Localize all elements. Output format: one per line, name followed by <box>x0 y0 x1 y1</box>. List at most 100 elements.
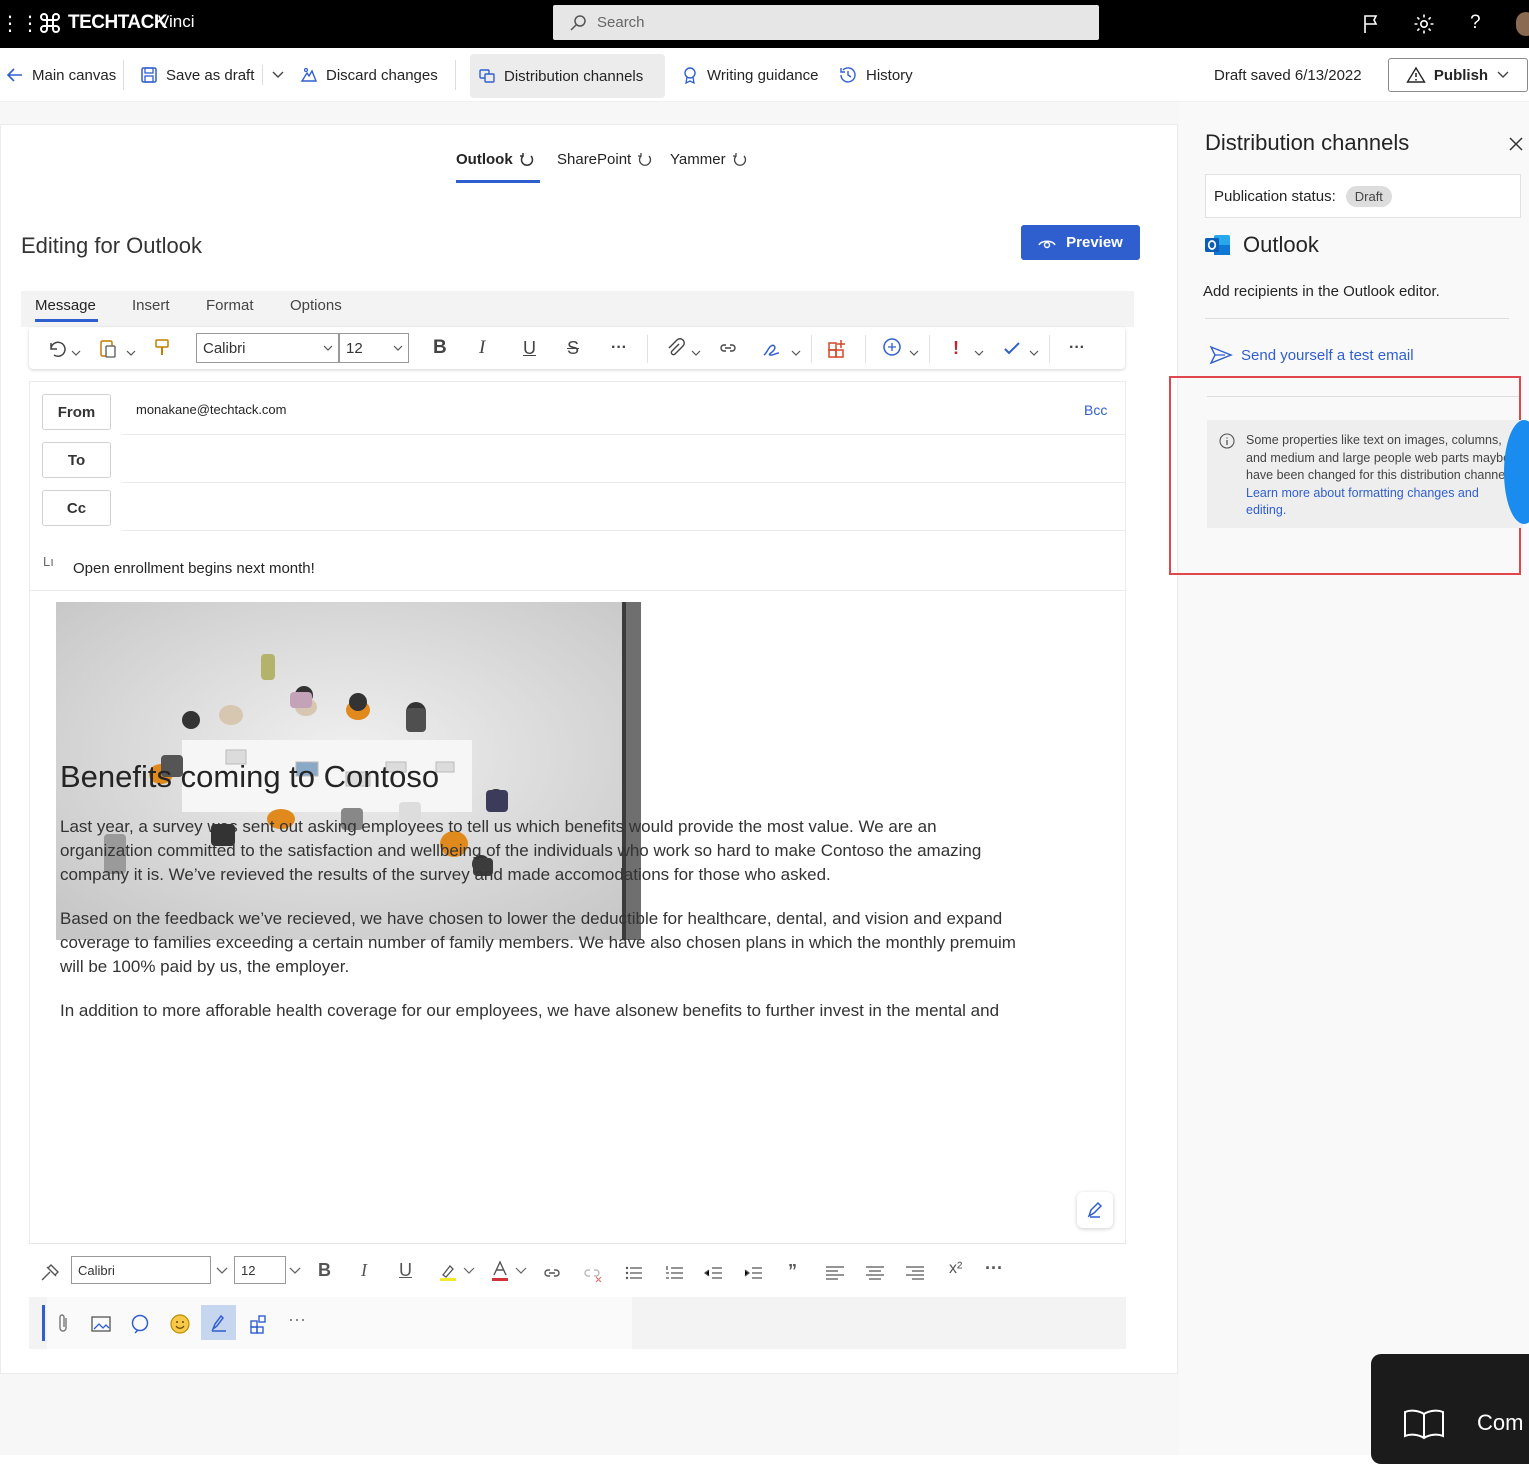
chevron-down-icon[interactable] <box>271 70 285 80</box>
ribbon-tab-message[interactable]: Message <box>35 297 96 314</box>
learn-more-link[interactable]: Learn more about formatting changes and … <box>1246 486 1479 518</box>
remove-link-icon[interactable] <box>581 1262 603 1284</box>
chevron-down-icon[interactable] <box>791 343 801 365</box>
decrease-indent-icon[interactable] <box>702 1262 724 1284</box>
floating-learning-panel[interactable]: Com <box>1371 1354 1529 1464</box>
chevron-down-icon[interactable] <box>909 343 919 365</box>
site-name[interactable]: Vinci <box>158 12 195 32</box>
discard-changes-button[interactable]: Discard changes <box>300 48 438 102</box>
ribbon-tab-options[interactable]: Options <box>290 297 342 314</box>
chevron-down-icon <box>323 345 333 351</box>
chevron-down-icon[interactable] <box>463 1266 475 1276</box>
attach-icon[interactable] <box>664 337 686 359</box>
apps-icon[interactable] <box>827 337 849 359</box>
publish-button[interactable]: Publish <box>1388 58 1528 92</box>
more-formatting-button[interactable]: ··· <box>985 1258 1003 1279</box>
align-left-icon[interactable] <box>824 1262 846 1284</box>
more-formatting-button[interactable]: ··· <box>611 337 627 359</box>
loop-icon[interactable] <box>129 1313 151 1335</box>
chevron-down-icon[interactable] <box>215 1266 229 1276</box>
format-painter-icon[interactable] <box>39 1262 61 1284</box>
brand-logo[interactable]: TECHTACK <box>38 10 168 36</box>
signature-icon[interactable] <box>761 337 783 359</box>
ribbon-tab-insert[interactable]: Insert <box>132 297 170 314</box>
editor-button-active[interactable] <box>201 1305 236 1340</box>
help-icon[interactable]: ? <box>1470 12 1481 34</box>
apps-icon[interactable] <box>248 1313 270 1335</box>
align-center-icon[interactable] <box>864 1262 886 1284</box>
increase-indent-icon[interactable] <box>742 1262 764 1284</box>
attach-icon[interactable] <box>53 1313 73 1335</box>
importance-icon[interactable]: ! <box>953 337 959 359</box>
tab-yammer[interactable]: Yammer <box>670 151 748 168</box>
more-options-button[interactable]: ··· <box>1069 337 1085 359</box>
editor-icon[interactable] <box>1001 337 1023 359</box>
divider <box>1049 335 1050 363</box>
italic-button[interactable]: I <box>361 1260 367 1281</box>
font-size-select[interactable]: 12 <box>339 333 409 363</box>
subject-prefix: Lı <box>43 554 54 569</box>
outlook-channel-header: Outlook <box>1205 232 1319 258</box>
app-launcher-icon[interactable]: ⋮⋮ <box>0 10 40 38</box>
quote-icon[interactable]: ” <box>788 1261 797 1282</box>
paste-icon[interactable] <box>97 337 119 359</box>
sync-icon <box>519 152 533 166</box>
font-size-select[interactable]: 12 <box>234 1256 286 1284</box>
font-color-icon[interactable] <box>489 1259 511 1283</box>
chevron-down-icon[interactable] <box>515 1266 527 1276</box>
save-as-draft-button[interactable]: Save as draft <box>140 48 254 102</box>
more-options-button[interactable]: ··· <box>288 1309 306 1330</box>
chevron-down-icon[interactable] <box>1496 70 1510 80</box>
undo-icon[interactable] <box>45 337 67 359</box>
history-label: History <box>866 66 913 84</box>
top-bar: ⋮⋮ TECHTACK Vinci Search ? <box>0 0 1529 48</box>
send-test-email-link[interactable]: Send yourself a test email <box>1209 344 1414 366</box>
tab-sharepoint[interactable]: SharePoint <box>557 151 653 168</box>
close-icon[interactable] <box>1508 136 1524 152</box>
body-paragraph: Last year, a survey was sent out asking … <box>60 817 982 884</box>
chevron-down-icon[interactable] <box>691 343 701 365</box>
writing-guidance-button[interactable]: Writing guidance <box>681 48 818 102</box>
bold-button[interactable]: B <box>318 1260 331 1281</box>
highlight-icon[interactable] <box>437 1261 459 1283</box>
font-name-select[interactable]: Calibri <box>71 1256 211 1284</box>
avatar[interactable] <box>1516 12 1529 36</box>
italic-button[interactable]: I <box>479 337 485 359</box>
tab-outlook[interactable]: Outlook <box>456 151 535 168</box>
writing-guidance-label: Writing guidance <box>707 66 819 84</box>
align-right-icon[interactable] <box>904 1262 926 1284</box>
strikethrough-button[interactable]: S <box>567 337 579 359</box>
chevron-down-icon[interactable] <box>974 343 984 365</box>
image-icon[interactable] <box>90 1314 112 1334</box>
chevron-down-icon[interactable] <box>126 343 136 365</box>
format-painter-icon[interactable] <box>151 337 173 359</box>
divider <box>647 335 648 363</box>
underline-button[interactable]: U <box>523 337 536 359</box>
bullet-list-icon[interactable] <box>623 1262 645 1284</box>
main-canvas-button[interactable]: Main canvas <box>6 48 116 102</box>
chevron-down-icon[interactable] <box>71 343 81 365</box>
emoji-icon[interactable] <box>169 1313 191 1335</box>
publish-label: Publish <box>1433 66 1489 84</box>
loop-icon[interactable] <box>881 337 903 359</box>
font-name-select[interactable]: Calibri <box>196 333 339 363</box>
flag-icon[interactable] <box>1359 12 1383 36</box>
chevron-down-icon[interactable] <box>1029 343 1039 365</box>
superscript-icon[interactable]: x² <box>949 1260 962 1278</box>
distribution-channels-icon <box>479 69 495 83</box>
search-placeholder: Search <box>597 14 645 31</box>
history-button[interactable]: History <box>838 48 913 102</box>
search-box[interactable]: Search <box>553 5 1099 40</box>
distribution-channels-button[interactable]: Distribution channels <box>470 54 665 98</box>
underline-button[interactable]: U <box>399 1260 412 1281</box>
link-icon[interactable] <box>541 1262 563 1284</box>
editor-assist-button[interactable] <box>1077 1192 1113 1228</box>
preview-button[interactable]: Preview <box>1021 225 1140 260</box>
email-body[interactable]: Benefits coming to Contoso Last year, a … <box>55 387 1095 1021</box>
chevron-down-icon[interactable] <box>288 1266 302 1276</box>
ribbon-tab-format[interactable]: Format <box>206 297 254 314</box>
link-icon[interactable] <box>717 337 739 359</box>
settings-gear-icon[interactable] <box>1412 12 1436 36</box>
numbered-list-icon[interactable] <box>663 1262 685 1284</box>
bold-button[interactable]: B <box>433 337 447 359</box>
